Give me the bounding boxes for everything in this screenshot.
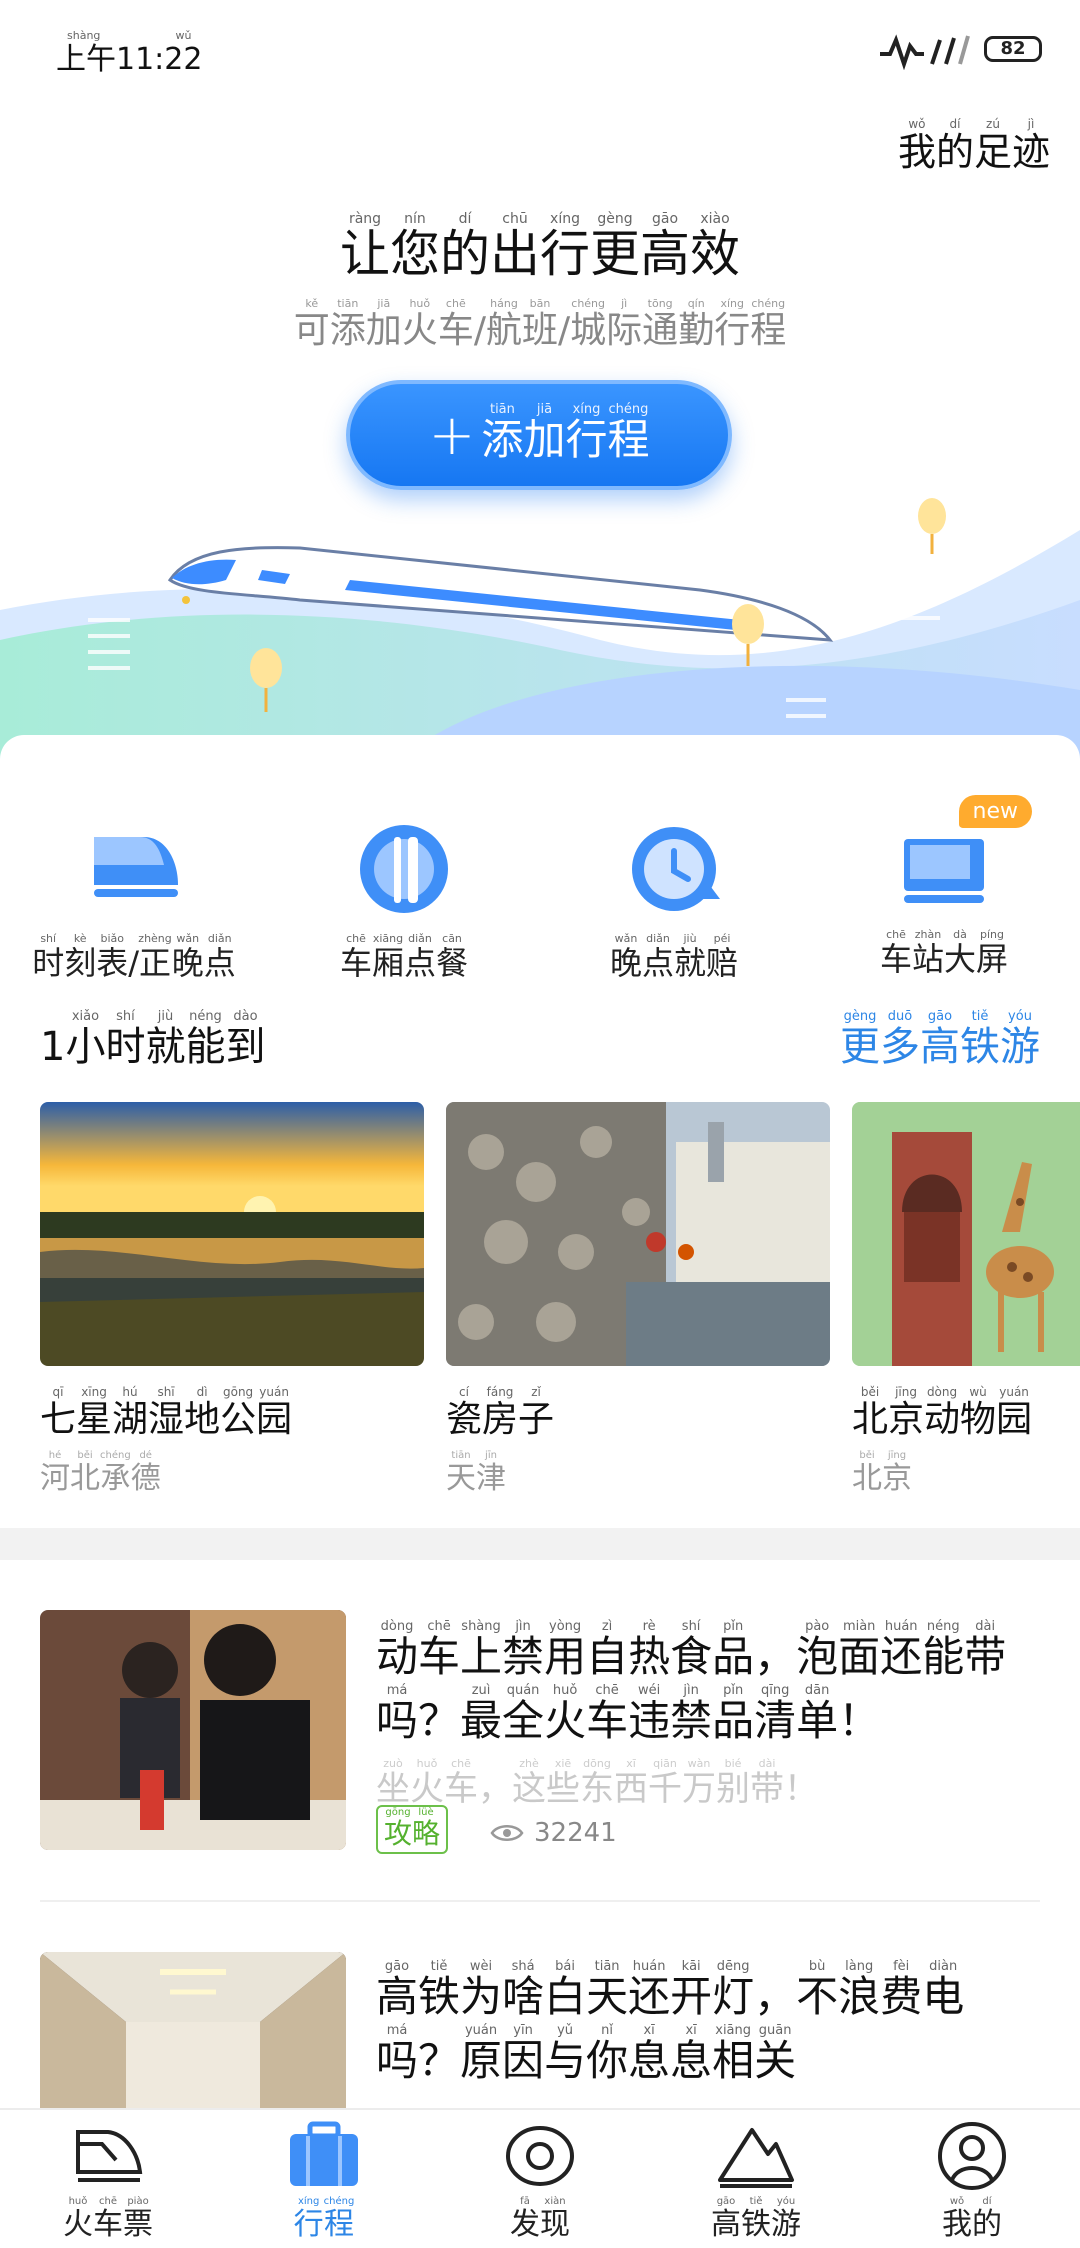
high-speed-train-illustration [0,498,1080,760]
page-subtitle: 可kě添tiān加jiā火huǒ车chē/航háng班bān/城chéng际jì… [293,297,787,351]
dining-icon [360,825,448,913]
destination-name: 北běi京jīng动dòng物wù园yuán [852,1385,1033,1440]
destination-card[interactable]: 七qī星xīng湖hú湿shī地dì公gōng园yuán 河hé北běi承ché… [40,1102,426,1497]
status-time: 上午11:22shàng wǔ [56,29,203,77]
destination-card[interactable]: 瓷cí房fáng子zǐ 天tiān津jīn [446,1102,832,1497]
new-badge: new [958,795,1032,828]
battery-level: 82 [1000,38,1026,59]
nav-train-ticket[interactable]: 火huǒ车chē票piào [18,2120,198,2243]
section-title-one-hour: 1小xiǎo时shí就jiù能néng到dào [40,1009,266,1070]
delay-clock-icon [632,827,720,911]
train-ticket-icon [76,2130,143,2182]
mountain-icon [718,2128,794,2188]
profile-icon [938,2122,1006,2190]
feature-dining[interactable]: 车chē厢xiāng点diǎn餐cān [294,815,514,984]
signal-icon [880,34,970,70]
add-trip-button[interactable]: + 添tiān加jiā行xíng程chéng [346,380,732,490]
destination-name: 瓷cí房fáng子zǐ [446,1385,555,1440]
feature-delay-compensation[interactable]: 晚wǎn点diǎn就jiù赔péi [564,815,784,984]
destination-card[interactable]: 北běi京jīng动dòng物wù园yuán 北běi京jīng [852,1102,1080,1497]
discover-icon [506,2126,574,2186]
article-thumbnail [40,1610,346,1850]
battery-icon: 82 [984,36,1042,62]
section-divider [0,1528,1080,1560]
article-title: 动dòng车chē上shàng禁jìn用yòng自zì热rè食shí品pǐn，泡… [376,1619,1007,1745]
article-item[interactable]: 高gāo铁tiě为wèi啥shá白bái天tiān还huán开kāi灯dēng，… [0,1900,1080,2192]
more-rail-tours-link[interactable]: 更gèng多duō高gāo铁tiě游yóu [840,1009,1040,1072]
feature-station-screen[interactable]: new 车chē站zhàn大dà屏píng [834,795,1054,980]
nav-mine[interactable]: 我wǒ的dí [882,2120,1062,2243]
nav-trips[interactable]: 行xíng程chéng [234,2120,414,2243]
destination-name: 七qī星xīng湖hú湿shī地dì公gōng园yuán [40,1385,293,1440]
article-item[interactable]: 动dòng车chē上shàng禁jìn用yòng自zì热rè食shí品pǐn，泡… [0,1560,1080,1902]
destination-image [40,1102,424,1366]
station-screen-icon [904,839,984,903]
article-title: 高gāo铁tiě为wèi啥shá白bái天tiān还huán开kāi灯dēng，… [376,1959,965,2085]
feature-timetable[interactable]: 时shí刻kè表biǎo/正zhèng晚wǎn点diǎn [24,815,244,984]
train-timetable-icon [94,837,178,897]
bottom-nav: 火huǒ车chē票piào 行xíng程chéng 发fā现xiàn 高gāo铁… [0,2108,1080,2248]
destination-image [852,1102,1080,1366]
view-count: 32241 [490,1818,617,1848]
eye-icon [490,1825,524,1841]
nav-rail-tour[interactable]: 高gāo铁tiě游yóu [666,2120,846,2243]
destination-city: 河hé北běi承chéng德dé [40,1450,161,1496]
plus-icon: + [428,402,476,468]
view-count-value: 32241 [534,1818,617,1848]
article-tag: 攻gōng略lüè [376,1805,449,1854]
status-bar: 上午11:22shàng wǔ 82 [0,0,1080,90]
article-subtitle: 坐zuò火huǒ车chē，这zhè些xiē东dōng西xī千qiān万wàn别b… [376,1757,818,1809]
destination-city: 天tiān津jīn [446,1450,506,1496]
my-footprint-link[interactable]: 我wǒ的dí足zú迹jì [898,117,1050,176]
nav-discover[interactable]: 发fā现xiàn [450,2120,630,2243]
destination-image [446,1102,830,1366]
destination-city: 北běi京jīng [852,1450,912,1496]
page-title: 让ràng您nín的dí出chū行xíng更gèng高gāo效xiào [340,211,740,283]
trip-suitcase-icon [290,2121,358,2186]
